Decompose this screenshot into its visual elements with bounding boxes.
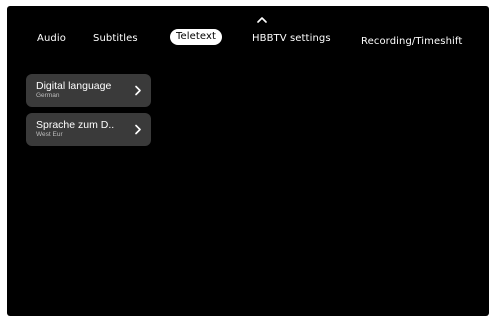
tab-recording-timeshift[interactable]: Recording/Timeshift [361, 34, 462, 50]
menu-item-value: German [36, 92, 60, 99]
menu-item-title: Digital language [36, 80, 112, 92]
tab-audio[interactable]: Audio [37, 31, 66, 47]
tab-teletext[interactable]: Teletext [170, 29, 223, 45]
settings-tab-bar: Audio Subtitles Teletext HBBTV settings … [7, 6, 489, 50]
chevron-right-icon [134, 85, 142, 96]
tab-hbbtv-settings[interactable]: HBBTV settings [252, 31, 331, 47]
menu-item-title: Sprache zum D.. [36, 119, 115, 131]
menu-item-value: West Eur [36, 131, 63, 138]
chevron-right-icon [134, 124, 142, 135]
tab-subtitles[interactable]: Subtitles [93, 31, 138, 47]
menu-item-digital-language[interactable]: Digital language German [26, 74, 151, 107]
tv-settings-screen: Audio Subtitles Teletext HBBTV settings … [7, 6, 489, 316]
menu-item-decoding-page-language[interactable]: Sprache zum D.. West Eur [26, 113, 151, 146]
teletext-settings-list: Digital language German Sprache zum D.. … [26, 74, 151, 152]
